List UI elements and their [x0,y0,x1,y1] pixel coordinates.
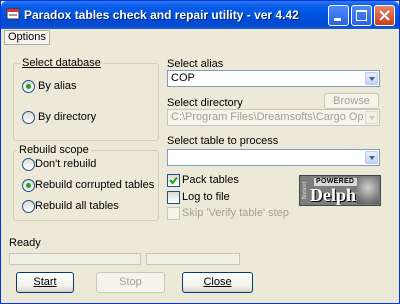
browse-button[interactable]: Browse [324,93,379,109]
start-label: Start [33,276,57,288]
select-database-label: Select database [20,57,103,69]
badge-side-text: Borland [302,182,308,200]
select-table-label: Select table to process [167,135,279,147]
radio-by-directory[interactable] [22,111,35,124]
progress-bar-2 [146,253,240,265]
select-database-group [13,63,159,141]
radio-rebuild-corrupted-label[interactable]: Rebuild corrupted tables [35,179,154,192]
directory-combo[interactable]: C:\Program Files\Dreamsofts\Cargo Optimi… [167,109,380,126]
maximize-button[interactable] [351,5,372,26]
close-icon [379,10,390,21]
radio-by-alias-label[interactable]: By alias [38,80,77,93]
maximize-icon [356,10,367,21]
radio-dont-rebuild[interactable] [22,158,35,171]
chevron-down-icon[interactable] [365,111,378,124]
skip-verify-label[interactable]: Skip 'Verify table' step [182,207,289,220]
alias-combo[interactable]: COP [167,70,380,87]
menu-options[interactable]: Options [4,30,50,45]
delphi-face-image [357,177,379,204]
chevron-down-icon[interactable] [365,72,378,85]
alias-value: COP [171,72,195,84]
radio-by-directory-label[interactable]: By directory [38,111,96,124]
window-title: Paradox tables check and repair utility … [24,8,299,22]
radio-by-alias[interactable] [22,80,35,93]
minimize-button[interactable] [328,5,349,26]
app-icon [6,8,20,20]
close-window-button[interactable] [374,5,395,26]
radio-rebuild-corrupted[interactable] [22,179,35,192]
radio-rebuild-all[interactable] [22,200,35,213]
skip-verify-checkbox[interactable] [167,207,180,220]
log-to-file-checkbox[interactable] [167,191,180,204]
pack-tables-checkbox[interactable] [167,174,180,187]
powered-by-delphi-logo: Borland POWERED BY Delphi [299,175,381,206]
table-combo[interactable] [167,149,380,166]
radio-rebuild-all-label[interactable]: Rebuild all tables [35,200,119,213]
stop-button[interactable]: Stop [96,272,165,293]
badge-main-text: Delphi [310,185,362,205]
close-label: Close [203,276,232,288]
menu-bar: Options [1,29,399,47]
title-bar[interactable]: Paradox tables check and repair utility … [1,1,399,29]
stop-label: Stop [119,276,142,288]
checkmark-icon [169,176,178,185]
status-text: Ready [9,237,41,249]
pack-tables-label[interactable]: Pack tables [182,174,239,187]
minimize-icon [334,18,341,21]
log-to-file-label[interactable]: Log to file [182,191,230,204]
progress-bar-1 [9,253,141,265]
chevron-down-icon[interactable] [365,151,378,164]
rebuild-scope-label: Rebuild scope [17,144,91,156]
radio-dont-rebuild-label[interactable]: Don't rebuild [35,158,96,171]
close-button[interactable]: Close [182,272,253,293]
directory-value: C:\Program Files\Dreamsofts\Cargo Optimi… [171,111,364,123]
start-button[interactable]: Start [16,272,74,293]
main-window: Paradox tables check and repair utility … [0,0,400,304]
